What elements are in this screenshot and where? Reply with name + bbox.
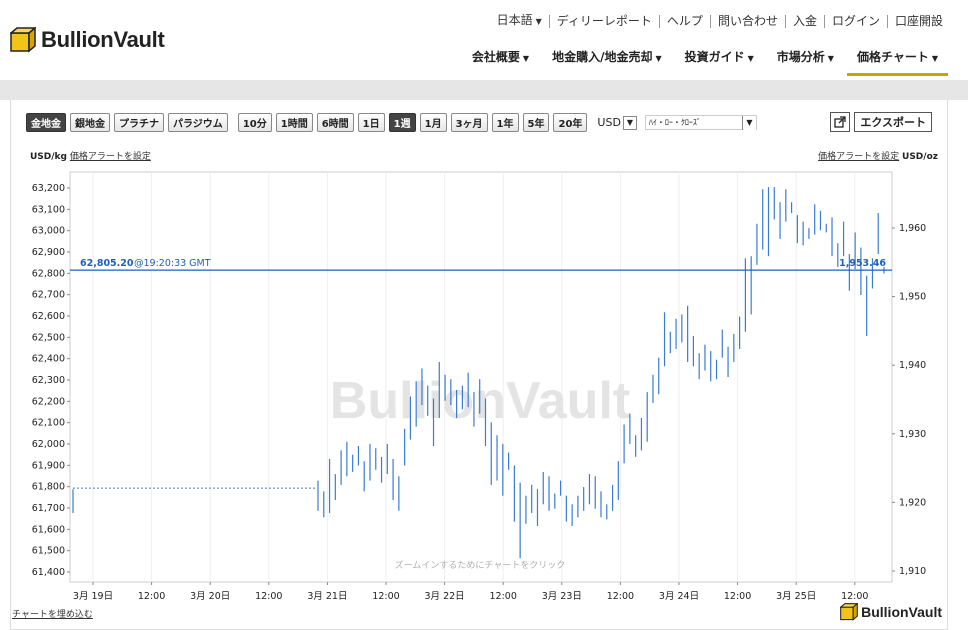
y-left-tick-label: 61,400 [32,567,65,578]
embed-chart-link[interactable]: チャートを埋め込む [12,607,93,620]
x-tick-label: 3月 25日 [776,591,816,602]
y-left-tick-label: 62,000 [32,439,65,450]
x-tick-label: 3月 24日 [659,591,699,602]
y-left-tick-label: 62,900 [32,247,65,258]
y-right-tick-label: 1,920 [899,497,926,508]
x-tick-label: 12:00 [841,591,868,602]
y-left-tick-label: 62,800 [32,268,65,279]
price-chart[interactable]: 63,200 63,100 63,000 62,900 62,800 62,700 62,6… [0,0,968,630]
y-left-tick-label: 62,100 [32,418,65,429]
x-tick-label: 3月 21日 [307,591,347,602]
y-left-tick-label: 62,200 [32,396,65,407]
x-tick-label: 12:00 [724,591,751,602]
x-tick-label: 3月 20日 [190,591,230,602]
footer-logo: BullionVault [840,603,942,621]
x-tick-label: 12:00 [490,591,517,602]
y-right-tick-label: 1,930 [899,429,926,440]
y-left-tick-label: 62,600 [32,311,65,322]
y-left-tick-label: 63,200 [32,183,65,194]
y-left-tick-label: 61,500 [32,546,65,557]
y-right-tick-label: 1,950 [899,292,926,303]
y-right-tick-label: 1,960 [899,223,926,234]
current-price-kg-label: 62,805.20 [80,258,134,269]
y-left-tick-label: 61,800 [32,482,65,493]
current-time-label: @19:20:33 GMT [134,258,211,269]
x-tick-label: 3月 19日 [73,591,113,602]
bullionvault-logo-icon [840,603,859,621]
y-left-tick-label: 62,700 [32,290,65,301]
current-price-oz-label: 1,953.46 [839,258,886,269]
y-left-tick-label: 61,700 [32,503,65,514]
y-left-tick-label: 62,400 [32,354,65,365]
x-tick-label: 12:00 [255,591,282,602]
x-tick-label: 12:00 [607,591,634,602]
y-right-tick-label: 1,940 [899,360,926,371]
y-left-tick-label: 62,500 [32,332,65,343]
x-tick-label: 3月 22日 [425,591,465,602]
x-tick-label: 12:00 [372,591,399,602]
x-tick-label: 12:00 [138,591,165,602]
y-left-tick-label: 63,100 [32,204,65,215]
zoom-hint: ズームインするためにチャートをクリック [395,559,566,571]
y-right-tick-label: 1,910 [899,566,926,577]
y-left-tick-label: 63,000 [32,226,65,237]
x-tick-label: 3月 23日 [542,591,582,602]
y-left-tick-label: 61,600 [32,524,65,535]
y-left-tick-label: 62,300 [32,375,65,386]
y-left-tick-label: 61,900 [32,460,65,471]
